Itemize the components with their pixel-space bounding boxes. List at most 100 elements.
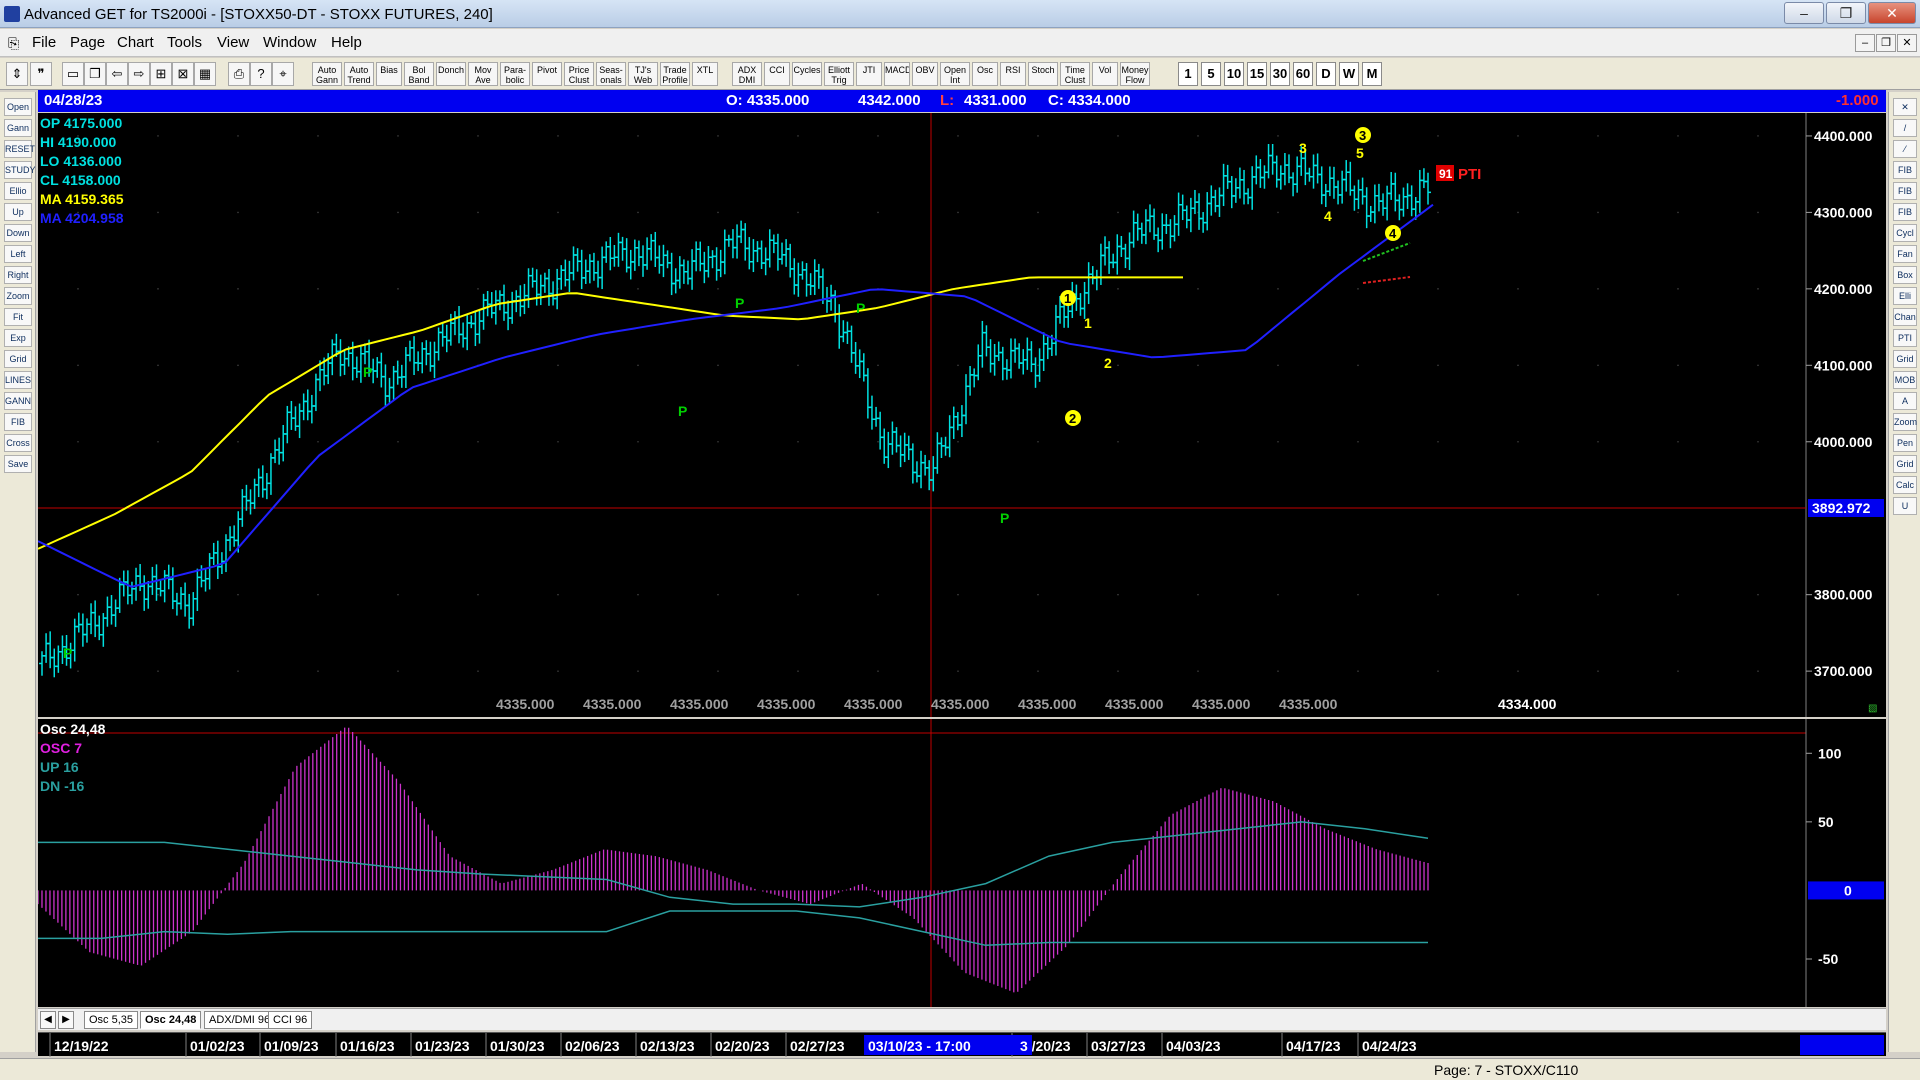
- minimize-button[interactable]: ‒: [1784, 2, 1824, 24]
- table-icon[interactable]: ▦: [194, 62, 216, 86]
- back-icon[interactable]: ⇦: [106, 62, 128, 86]
- left-tool-4[interactable]: Ellio: [4, 182, 32, 200]
- left-tool-16[interactable]: Cross: [4, 434, 32, 452]
- right-tool-18[interactable]: Calc: [1893, 476, 1917, 494]
- left-tool-12[interactable]: Grid: [4, 350, 32, 368]
- left-tool-0[interactable]: Open: [4, 98, 32, 116]
- quote-tool-icon[interactable]: ❞: [30, 62, 52, 86]
- right-tool-3[interactable]: FIB: [1893, 161, 1917, 179]
- tab-osc-5-35[interactable]: Osc 5,35: [84, 1011, 139, 1029]
- study-button-20[interactable]: Open Int: [940, 62, 970, 86]
- study-button-11[interactable]: Trade Profile: [660, 62, 690, 86]
- timeframe-button-15[interactable]: 15: [1247, 62, 1267, 86]
- study-button-22[interactable]: RSI: [1000, 62, 1026, 86]
- right-tool-13[interactable]: MOB: [1893, 371, 1917, 389]
- print-icon[interactable]: ⎙: [228, 62, 250, 86]
- left-tool-5[interactable]: Up: [4, 203, 32, 221]
- oscillator-panel[interactable]: 100 50 0 -50 Osc 24,48 OSC 7 UP 16 DN -16: [37, 719, 1886, 1007]
- study-button-12[interactable]: XTL: [692, 62, 718, 86]
- study-button-19[interactable]: OBV: [912, 62, 938, 86]
- help-pointer-icon[interactable]: ⌖: [272, 62, 294, 86]
- study-button-25[interactable]: Vol: [1092, 62, 1118, 86]
- right-tool-1[interactable]: /: [1893, 119, 1917, 137]
- hint-icon[interactable]: ?: [250, 62, 272, 86]
- left-tool-2[interactable]: RESET: [4, 140, 35, 158]
- left-tool-11[interactable]: Exp: [4, 329, 32, 347]
- timeframe-button-10[interactable]: 10: [1224, 62, 1244, 86]
- right-tool-16[interactable]: Pen: [1893, 434, 1917, 452]
- study-button-2[interactable]: Bias: [376, 62, 402, 86]
- timeframe-button-1[interactable]: 1: [1178, 62, 1198, 86]
- price-chart[interactable]: 4400.000 4300.000 4200.000 4100.000 4000.000…: [37, 113, 1886, 717]
- study-button-14[interactable]: CCI: [764, 62, 790, 86]
- left-tool-1[interactable]: Gann: [4, 119, 32, 137]
- forward-icon[interactable]: ⇨: [128, 62, 150, 86]
- right-tool-6[interactable]: Cycl: [1893, 224, 1917, 242]
- close-button[interactable]: ✕: [1868, 2, 1916, 24]
- chart-corner-icon[interactable]: ▧: [1868, 703, 1877, 714]
- right-tool-2[interactable]: ⁄: [1893, 140, 1917, 158]
- study-button-16[interactable]: Elliott Trig: [824, 62, 854, 86]
- mdi-minimize-button[interactable]: ‒: [1855, 34, 1875, 52]
- study-button-8[interactable]: Price Clust: [564, 62, 594, 86]
- tab-adx-dmi-96[interactable]: ADX/DMI 96: [204, 1011, 276, 1029]
- right-tool-4[interactable]: FIB: [1893, 182, 1917, 200]
- menu-page[interactable]: Page: [70, 34, 105, 51]
- timeframe-button-30[interactable]: 30: [1270, 62, 1290, 86]
- tab-osc-24-48[interactable]: Osc 24,48: [140, 1011, 202, 1029]
- study-button-5[interactable]: Mov Ave: [468, 62, 498, 86]
- mdi-restore-button[interactable]: ❐: [1876, 34, 1896, 52]
- pointer-tool-icon[interactable]: ⇕: [6, 62, 28, 86]
- right-tool-14[interactable]: A: [1893, 392, 1917, 410]
- menu-tools[interactable]: Tools: [167, 34, 202, 51]
- left-tool-15[interactable]: FIB: [4, 413, 32, 431]
- study-button-7[interactable]: Pivot: [532, 62, 562, 86]
- timeframe-button-M[interactable]: M: [1362, 62, 1382, 86]
- study-button-17[interactable]: JTI: [856, 62, 882, 86]
- study-button-0[interactable]: Auto Gann: [312, 62, 342, 86]
- menu-view[interactable]: View: [217, 34, 249, 51]
- maximize-button[interactable]: ❐: [1826, 2, 1866, 24]
- price-chart-svg[interactable]: 4400.000 4300.000 4200.000 4100.000 4000.000…: [37, 113, 1886, 717]
- right-tool-15[interactable]: Zoom: [1893, 413, 1917, 431]
- tab-scroll-right-icon[interactable]: ▶: [58, 1011, 74, 1029]
- left-tool-3[interactable]: STUDY: [4, 161, 36, 179]
- timeframe-button-60[interactable]: 60: [1293, 62, 1313, 86]
- menu-window[interactable]: Window: [263, 34, 316, 51]
- menu-help[interactable]: Help: [331, 34, 362, 51]
- tab-cci-96[interactable]: CCI 96: [268, 1011, 313, 1029]
- study-button-18[interactable]: MACD: [884, 62, 910, 86]
- study-button-4[interactable]: Donch: [436, 62, 466, 86]
- copy-icon[interactable]: ❐: [84, 62, 106, 86]
- study-button-15[interactable]: Cycles: [792, 62, 822, 86]
- mdi-close-button[interactable]: ✕: [1897, 34, 1917, 52]
- study-button-10[interactable]: TJ's Web: [628, 62, 658, 86]
- study-button-1[interactable]: Auto Trend: [344, 62, 374, 86]
- left-tool-10[interactable]: Fit: [4, 308, 32, 326]
- study-button-13[interactable]: ADX DMI: [732, 62, 762, 86]
- tab-scroll-left-icon[interactable]: ◀: [40, 1011, 56, 1029]
- right-tool-0[interactable]: ✕: [1893, 98, 1917, 116]
- right-tool-7[interactable]: Fan: [1893, 245, 1917, 263]
- right-tool-19[interactable]: U: [1893, 497, 1917, 515]
- oscillator-svg[interactable]: 100 50 0 -50 Osc 24,48 OSC 7 UP 16 DN -16: [37, 719, 1886, 1007]
- right-tool-8[interactable]: Box: [1893, 266, 1917, 284]
- left-tool-8[interactable]: Right: [4, 266, 32, 284]
- new-page-icon[interactable]: ▭: [62, 62, 84, 86]
- menu-file[interactable]: File: [32, 34, 56, 51]
- left-tool-14[interactable]: GANN: [4, 392, 32, 410]
- left-tool-13[interactable]: LINES: [4, 371, 32, 389]
- right-tool-17[interactable]: Grid: [1893, 455, 1917, 473]
- right-tool-10[interactable]: Chan: [1893, 308, 1917, 326]
- right-tool-9[interactable]: Elli: [1893, 287, 1917, 305]
- menu-chart[interactable]: Chart: [117, 34, 154, 51]
- timeframe-button-D[interactable]: D: [1316, 62, 1336, 86]
- study-button-26[interactable]: Money Flow: [1120, 62, 1150, 86]
- timeframe-button-5[interactable]: 5: [1201, 62, 1221, 86]
- left-tool-9[interactable]: Zoom: [4, 287, 32, 305]
- right-tool-5[interactable]: FIB: [1893, 203, 1917, 221]
- right-tool-11[interactable]: PTI: [1893, 329, 1917, 347]
- left-tool-6[interactable]: Down: [4, 224, 32, 242]
- timeframe-button-W[interactable]: W: [1339, 62, 1359, 86]
- study-button-24[interactable]: Time Clust: [1060, 62, 1090, 86]
